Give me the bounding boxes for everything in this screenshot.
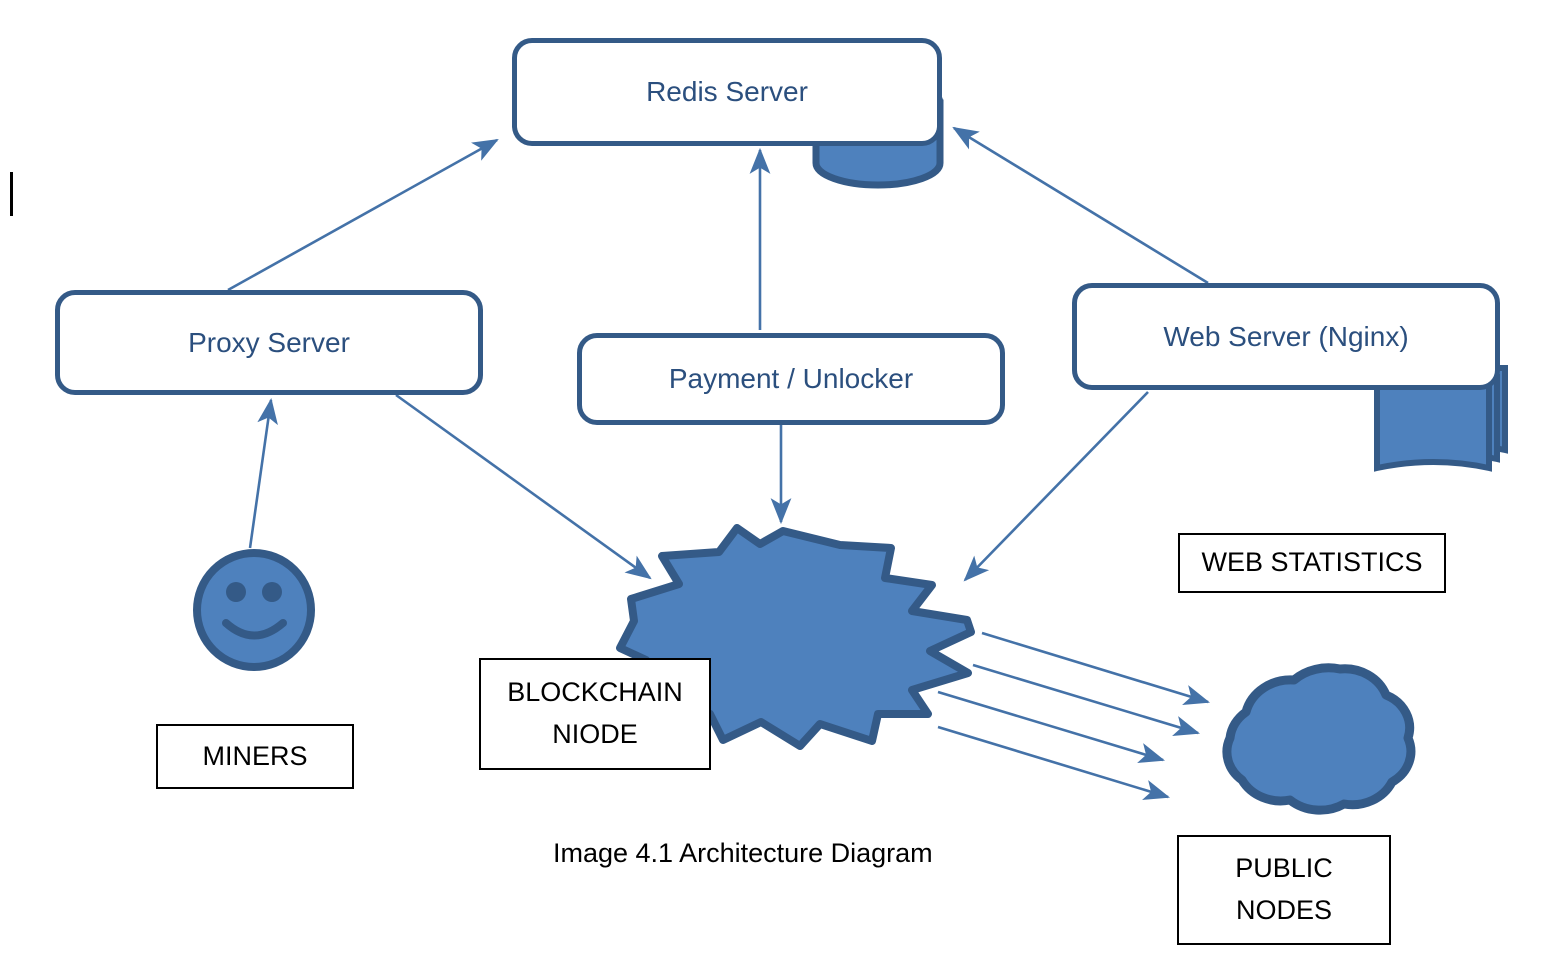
- node-web-server-label: Web Server (Nginx): [1163, 320, 1409, 352]
- label-blockchain-node-line1: BLOCKCHAIN: [507, 677, 683, 708]
- label-box-blockchain-node[interactable]: BLOCKCHAIN NIODE: [479, 658, 711, 770]
- node-redis-server[interactable]: Redis Server: [512, 38, 942, 146]
- label-web-statistics: WEB STATISTICS: [1201, 547, 1423, 578]
- label-miners: MINERS: [202, 740, 308, 771]
- label-box-public-nodes[interactable]: PUBLIC NODES: [1177, 835, 1391, 945]
- text-cursor-artifact: [10, 172, 13, 216]
- figure-caption: Image 4.1 Architecture Diagram: [553, 838, 933, 868]
- architecture-diagram-canvas: Redis Server Proxy Server Payment / Unlo…: [0, 0, 1543, 974]
- label-box-web-statistics[interactable]: WEB STATISTICS: [1178, 533, 1446, 593]
- shape-layer: [193, 77, 1508, 815]
- node-web-server[interactable]: Web Server (Nginx): [1072, 283, 1500, 390]
- node-payment-unlocker[interactable]: Payment / Unlocker: [577, 333, 1005, 425]
- node-proxy-server-label: Proxy Server: [188, 326, 350, 358]
- cloud-icon: [1222, 663, 1416, 815]
- node-redis-server-label: Redis Server: [646, 76, 808, 107]
- label-public-nodes-line1: PUBLIC: [1235, 853, 1333, 884]
- label-blockchain-node-line2: NIODE: [552, 719, 638, 749]
- smiley-face-icon: [193, 549, 315, 671]
- label-public-nodes-line2: NODES: [1235, 895, 1333, 925]
- label-box-miners[interactable]: MINERS: [156, 724, 354, 789]
- node-proxy-server[interactable]: Proxy Server: [55, 290, 483, 395]
- node-payment-unlocker-label: Payment / Unlocker: [668, 363, 914, 394]
